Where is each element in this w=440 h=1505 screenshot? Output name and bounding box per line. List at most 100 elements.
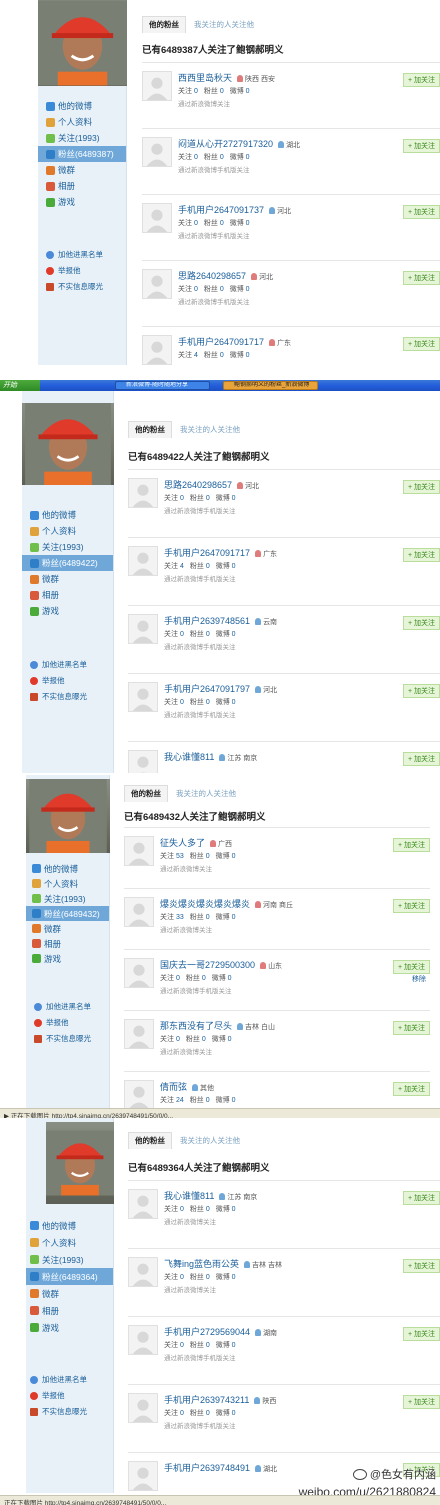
nav-profile[interactable]: 个人资料 (38, 114, 126, 130)
tab-his-fans[interactable]: 他的粉丝 (142, 16, 186, 33)
tab-his-fans[interactable]: 他的粉丝 (128, 421, 172, 438)
fan-avatar[interactable] (128, 682, 158, 712)
nav-album[interactable]: 相册 (22, 587, 113, 603)
fan-avatar[interactable] (124, 897, 154, 927)
follow-button[interactable]: + 加关注 (392, 1082, 430, 1096)
follow-count[interactable]: 0 (180, 699, 184, 706)
weibo-count[interactable]: 0 (246, 220, 250, 227)
fans-count[interactable]: 0 (202, 975, 206, 982)
nav-groups[interactable]: 微群 (26, 1285, 113, 1302)
fan-avatar[interactable] (128, 750, 158, 773)
fans-count[interactable]: 0 (220, 220, 224, 227)
fans-count[interactable]: 0 (220, 286, 224, 293)
profile-avatar[interactable] (46, 1122, 114, 1204)
nav-fans[interactable]: 粉丝(6489387) (38, 146, 126, 162)
weibo-count[interactable]: 0 (232, 495, 236, 502)
fans-count[interactable]: 0 (202, 1036, 206, 1043)
follow-button[interactable]: + 加关注 (402, 205, 440, 219)
fan-name-link[interactable]: 手机用户2647091737 (178, 205, 264, 215)
profile-avatar[interactable] (22, 403, 114, 485)
fan-avatar[interactable] (128, 546, 158, 576)
fan-name-link[interactable]: 我心谁懂811 (164, 1191, 214, 1201)
weibo-count[interactable]: 0 (246, 88, 250, 95)
tab-his-fans[interactable]: 他的粉丝 (128, 1132, 172, 1149)
add-blacklist-link[interactable]: 加他进黑名单 (22, 657, 113, 673)
nav-groups[interactable]: 微群 (38, 162, 126, 178)
fan-avatar[interactable] (124, 958, 154, 988)
report-link[interactable]: 举报他 (38, 263, 126, 279)
follow-count[interactable]: 0 (180, 1274, 184, 1281)
fan-avatar[interactable] (124, 836, 154, 866)
tab-mutual-following[interactable]: 我关注的人关注他 (172, 1132, 248, 1149)
follow-button[interactable]: + 加关注 (402, 1191, 440, 1205)
nav-games[interactable]: 游戏 (22, 603, 113, 619)
follow-count[interactable]: 0 (180, 1410, 184, 1417)
expose-link[interactable]: 不实信息曝光 (26, 1031, 109, 1047)
fans-count[interactable]: 0 (206, 914, 210, 921)
follow-button[interactable]: + 加关注 (402, 271, 440, 285)
fans-count[interactable]: 0 (206, 1097, 210, 1104)
follow-count[interactable]: 0 (194, 154, 198, 161)
fans-count[interactable]: 0 (206, 495, 210, 502)
profile-avatar[interactable] (26, 779, 110, 853)
fans-count[interactable]: 0 (206, 631, 210, 638)
fan-name-link[interactable]: 爆炎爆炎爆炎爆炎爆炎 (160, 899, 250, 909)
fan-name-link[interactable]: 征失人多了 (160, 838, 205, 848)
fans-count[interactable]: 0 (220, 88, 224, 95)
weibo-count[interactable]: 0 (232, 631, 236, 638)
weibo-count[interactable]: 0 (228, 1036, 232, 1043)
fan-name-link[interactable]: 思路2640298657 (178, 271, 246, 281)
follow-button[interactable]: + 加关注 (402, 480, 440, 494)
nav-album[interactable]: 相册 (38, 178, 126, 194)
nav-album[interactable]: 相册 (26, 1302, 113, 1319)
follow-button[interactable]: + 加关注 (402, 684, 440, 698)
report-link[interactable]: 举报他 (26, 1388, 113, 1404)
nav-games[interactable]: 游戏 (26, 951, 109, 966)
fan-name-link[interactable]: 我心谁懂811 (164, 752, 214, 762)
weibo-count[interactable]: 0 (246, 352, 250, 359)
nav-fans[interactable]: 粉丝(6489422) (22, 555, 113, 571)
follow-count[interactable]: 0 (180, 1342, 184, 1349)
nav-profile[interactable]: 个人资料 (22, 523, 113, 539)
fans-count[interactable]: 0 (206, 1410, 210, 1417)
fan-avatar[interactable] (128, 1325, 158, 1355)
weibo-count[interactable]: 0 (232, 1342, 236, 1349)
fan-name-link[interactable]: 手机用户2639748491 (164, 1463, 250, 1473)
fan-name-link[interactable]: 那东西没有了尽头 (160, 1021, 232, 1031)
report-link[interactable]: 举报他 (26, 1015, 109, 1031)
follow-button[interactable]: + 加关注 (402, 73, 440, 87)
tab-mutual-following[interactable]: 我关注的人关注他 (186, 16, 262, 33)
fans-count[interactable]: 0 (206, 853, 210, 860)
fan-avatar[interactable] (142, 203, 172, 233)
follow-count[interactable]: 0 (180, 495, 184, 502)
follow-count[interactable]: 53 (176, 853, 184, 860)
weibo-count[interactable]: 0 (232, 853, 236, 860)
fan-avatar[interactable] (124, 1080, 154, 1108)
fans-count[interactable]: 0 (206, 1342, 210, 1349)
follow-button[interactable]: + 加关注 (392, 960, 430, 974)
fan-name-link[interactable]: 手机用户2647091797 (164, 684, 250, 694)
follow-count[interactable]: 4 (180, 563, 184, 570)
tab-his-fans[interactable]: 他的粉丝 (124, 785, 168, 802)
fan-name-link[interactable]: 手机用户2647091717 (178, 337, 264, 347)
follow-count[interactable]: 0 (180, 1206, 184, 1213)
follow-button[interactable]: + 加关注 (402, 548, 440, 562)
follow-count[interactable]: 33 (176, 914, 184, 921)
fan-name-link[interactable]: 国庆去一哥2729500300 (160, 960, 255, 970)
add-blacklist-link[interactable]: 加他进黑名单 (26, 999, 109, 1015)
fans-count[interactable]: 0 (220, 352, 224, 359)
follow-count[interactable]: 24 (176, 1097, 184, 1104)
fan-name-link[interactable]: 手机用户2639748561 (164, 616, 250, 626)
follow-button[interactable]: + 加关注 (402, 1395, 440, 1409)
fan-avatar[interactable] (128, 1461, 158, 1491)
follow-count[interactable]: 0 (194, 88, 198, 95)
weibo-count[interactable]: 0 (232, 1097, 236, 1104)
nav-groups[interactable]: 微群 (22, 571, 113, 587)
follow-count[interactable]: 0 (194, 220, 198, 227)
fan-name-link[interactable]: 西西里岛秋天 (178, 73, 232, 83)
nav-album[interactable]: 相册 (26, 936, 109, 951)
follow-button[interactable]: + 加关注 (392, 1021, 430, 1035)
start-button[interactable]: 开始 (0, 380, 40, 391)
fan-name-link[interactable]: 倩而弦 (160, 1082, 187, 1092)
fans-count[interactable]: 0 (220, 154, 224, 161)
